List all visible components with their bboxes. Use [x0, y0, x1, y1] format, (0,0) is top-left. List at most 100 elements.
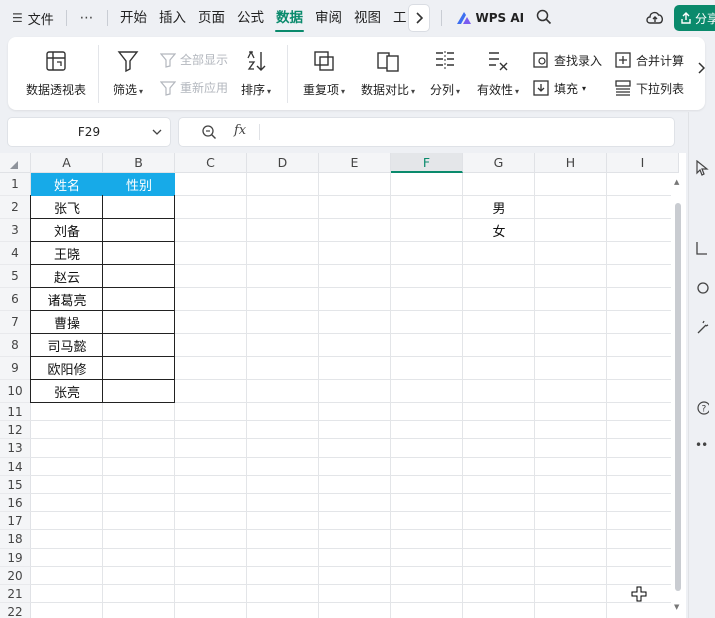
name-box[interactable]: F29: [8, 118, 170, 146]
select-all-icon: [10, 161, 18, 169]
duplicates-label: 重复项: [302, 83, 339, 97]
row-header-1[interactable]: 1: [0, 173, 31, 196]
panel-magic-icon[interactable]: [695, 320, 709, 339]
wps-ai-button[interactable]: WPS AI: [456, 11, 525, 25]
data-compare-button[interactable]: 数据对比 ▾: [358, 46, 418, 98]
more-menu-button[interactable]: ⋯: [67, 10, 107, 26]
split-column-button[interactable]: 分列 ▾: [427, 46, 463, 98]
tab-formula[interactable]: 公式: [231, 0, 270, 36]
row-header-3[interactable]: 3: [0, 219, 31, 242]
tab-scroll-right-button[interactable]: [408, 5, 429, 31]
grid-line: [31, 420, 679, 422]
filter-button[interactable]: 筛选 ▾: [110, 46, 146, 98]
scroll-up-icon[interactable]: ▲: [674, 178, 679, 186]
row-header-4[interactable]: 4: [0, 242, 31, 265]
cloud-upload-icon[interactable]: [645, 8, 665, 29]
row-header-8[interactable]: 8: [0, 334, 31, 357]
column-header-f[interactable]: F: [391, 153, 463, 173]
row-header-19[interactable]: 19: [0, 548, 31, 567]
menu-bar: ☰ 文件 ⋯ 开始 插入 页面 公式 数据 审阅 视图 工 WPS AI: [0, 0, 715, 36]
row-header-7[interactable]: 7: [0, 311, 31, 334]
column-header-i[interactable]: I: [607, 153, 679, 173]
column-header-c[interactable]: C: [175, 153, 247, 173]
merge-calc-button[interactable]: 合并计算: [614, 51, 684, 69]
row-header-17[interactable]: 17: [0, 512, 31, 531]
grid-line: [31, 565, 679, 567]
row-header-20[interactable]: 20: [0, 566, 31, 585]
duplicates-button[interactable]: 重复项 ▾: [300, 46, 348, 98]
spreadsheet-grid[interactable]: A B C D E F G H I 1 2 3 4 5 6 7 8 9 10 11 12 13 14 15 16 17 18 19 20…: [0, 153, 686, 618]
help-icon[interactable]: ?: [695, 400, 711, 419]
table-border: [102, 287, 175, 311]
column-header-e[interactable]: E: [319, 153, 391, 173]
row-header-10[interactable]: 10: [0, 380, 31, 403]
cell-gender-option[interactable]: 男: [463, 196, 535, 219]
validity-button[interactable]: 有效性 ▾: [474, 46, 522, 98]
row-header-15[interactable]: 15: [0, 475, 31, 494]
panel-tool-icon[interactable]: [695, 240, 709, 259]
table-border: [102, 356, 175, 380]
row-header-14[interactable]: 14: [0, 457, 31, 476]
cell-b1-header[interactable]: 性别: [103, 173, 175, 196]
dropdown-list-label: 下拉列表: [636, 81, 685, 96]
tab-data[interactable]: 数据: [270, 0, 309, 36]
show-all-button[interactable]: 全部显示: [160, 51, 228, 68]
tab-insert[interactable]: 插入: [153, 0, 192, 36]
row-header-5[interactable]: 5: [0, 265, 31, 288]
share-button[interactable]: 分享: [674, 5, 715, 31]
fill-button[interactable]: 填充 ▾: [532, 79, 586, 97]
tab-home[interactable]: 开始: [114, 0, 153, 36]
formula-input[interactable]: fx: [179, 118, 674, 146]
tab-review[interactable]: 审阅: [309, 0, 348, 36]
fx-button[interactable]: fx: [234, 123, 246, 138]
grid-line: [31, 511, 679, 513]
more-options-icon[interactable]: ••: [695, 438, 708, 452]
tab-tools[interactable]: 工: [387, 0, 407, 36]
select-pointer-icon[interactable]: [695, 159, 709, 179]
row-header-21[interactable]: 21: [0, 585, 31, 604]
ribbon-more-button[interactable]: [697, 62, 706, 78]
row-header-6[interactable]: 6: [0, 288, 31, 311]
select-all-corner[interactable]: [0, 153, 31, 173]
scrollbar-thumb[interactable]: [675, 203, 681, 591]
svg-text:?: ?: [702, 405, 707, 415]
column-header-h[interactable]: H: [535, 153, 607, 173]
row-header-13[interactable]: 13: [0, 439, 31, 458]
row-header-16[interactable]: 16: [0, 494, 31, 513]
row-header-18[interactable]: 18: [0, 530, 31, 549]
formula-divider: [259, 124, 260, 140]
table-border: [102, 333, 175, 357]
row-header-2[interactable]: 2: [0, 196, 31, 219]
row-header-22[interactable]: 22: [0, 603, 31, 618]
sort-button[interactable]: 排序 ▾: [238, 46, 274, 98]
panel-style-icon[interactable]: [695, 280, 709, 299]
reapply-button[interactable]: 重新应用: [160, 79, 228, 96]
reapply-label: 重新应用: [180, 81, 229, 95]
row-header-11[interactable]: 11: [0, 403, 31, 422]
row-header-12[interactable]: 12: [0, 421, 31, 440]
column-header-a[interactable]: A: [31, 153, 103, 173]
cell-gender-option[interactable]: 女: [463, 219, 535, 242]
pivot-table-button[interactable]: 数据透视表: [24, 46, 88, 98]
tab-page[interactable]: 页面: [192, 0, 231, 36]
filter-clear-icon: [160, 52, 176, 68]
column-header-d[interactable]: D: [247, 153, 319, 173]
row-header-9[interactable]: 9: [0, 357, 31, 380]
column-header-b[interactable]: B: [103, 153, 175, 173]
ribbon-toolbar: 数据透视表 筛选 ▾ 全部显示 重新应用 排序 ▾ 重复项 ▾ 数据对比 ▾ 分…: [8, 37, 705, 110]
vertical-scrollbar[interactable]: ▲ ▼: [671, 173, 685, 618]
menu-separator: [107, 10, 108, 26]
dropdown-list-button[interactable]: 下拉列表: [614, 79, 684, 97]
cell-a1-header[interactable]: 姓名: [31, 173, 103, 196]
lookup-entry-button[interactable]: 查找录入: [532, 51, 602, 69]
scroll-down-icon[interactable]: ▼: [674, 603, 679, 611]
zoom-icon[interactable]: [201, 124, 217, 143]
tab-view[interactable]: 视图: [348, 0, 387, 36]
share-icon: [681, 12, 691, 24]
search-icon[interactable]: [536, 9, 552, 28]
wps-ai-label: WPS AI: [475, 11, 525, 25]
column-header-g[interactable]: G: [463, 153, 535, 173]
file-menu[interactable]: ☰ 文件: [0, 9, 66, 28]
table-border: [30, 218, 103, 242]
grid-line: [318, 173, 319, 618]
